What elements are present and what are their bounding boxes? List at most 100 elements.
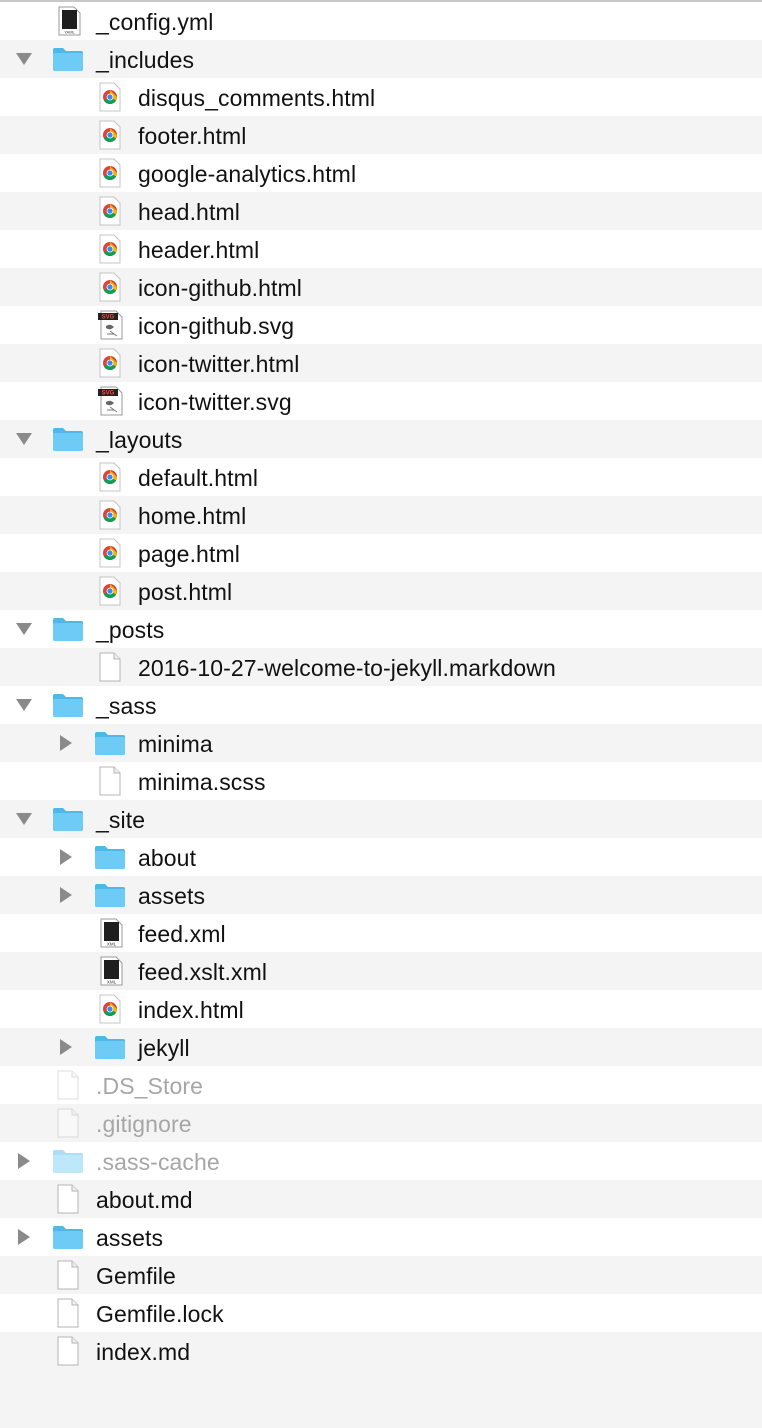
- chrome-html-icon: [94, 344, 126, 382]
- file-row[interactable]: page.html: [0, 534, 762, 572]
- file-row[interactable]: post.html: [0, 572, 762, 610]
- file-row[interactable]: .DS_Store: [0, 1066, 762, 1104]
- disclosure-collapsed-icon[interactable]: [56, 1028, 76, 1066]
- folder-icon: [52, 1218, 84, 1256]
- folder-icon: [52, 686, 84, 724]
- item-name: index.md: [96, 1339, 191, 1365]
- item-name: home.html: [138, 503, 247, 529]
- disclosure-collapsed-icon[interactable]: [14, 1218, 34, 1256]
- document-icon: [52, 1066, 84, 1104]
- folder-icon: [52, 610, 84, 648]
- chrome-html-icon: [94, 990, 126, 1028]
- xml-file-icon: XML: [94, 952, 126, 990]
- file-row[interactable]: about.md: [0, 1180, 762, 1218]
- chrome-html-icon: [94, 458, 126, 496]
- folder-row[interactable]: _includes: [0, 40, 762, 78]
- file-row[interactable]: header.html: [0, 230, 762, 268]
- item-name: assets: [96, 1225, 164, 1251]
- file-row[interactable]: .gitignore: [0, 1104, 762, 1142]
- document-icon: [52, 1256, 84, 1294]
- item-name: disqus_comments.html: [138, 85, 376, 111]
- file-row[interactable]: home.html: [0, 496, 762, 534]
- item-name: .DS_Store: [96, 1073, 204, 1099]
- folder-icon: [94, 838, 126, 876]
- folder-icon: [52, 1142, 84, 1180]
- svg-text:XML: XML: [107, 942, 117, 947]
- item-name: .sass-cache: [96, 1149, 220, 1175]
- folder-icon: [52, 40, 84, 78]
- folder-row[interactable]: about: [0, 838, 762, 876]
- item-name: footer.html: [138, 123, 247, 149]
- folder-row[interactable]: assets: [0, 1218, 762, 1256]
- file-row[interactable]: YAML _config.yml: [0, 2, 762, 40]
- item-name: index.html: [138, 997, 244, 1023]
- folder-icon: [52, 800, 84, 838]
- file-row[interactable]: icon-twitter.html: [0, 344, 762, 382]
- file-row[interactable]: default.html: [0, 458, 762, 496]
- svg-text:XML: XML: [107, 980, 117, 985]
- item-name: minima.scss: [138, 769, 266, 795]
- file-row[interactable]: SVG icon-twitter.svg: [0, 382, 762, 420]
- item-name: post.html: [138, 579, 233, 605]
- folder-row[interactable]: minima: [0, 724, 762, 762]
- file-row[interactable]: head.html: [0, 192, 762, 230]
- file-row[interactable]: XML feed.xml: [0, 914, 762, 952]
- disclosure-expanded-icon[interactable]: [14, 800, 34, 838]
- item-name: assets: [138, 883, 206, 909]
- folder-row[interactable]: .sass-cache: [0, 1142, 762, 1180]
- disclosure-collapsed-icon[interactable]: [56, 838, 76, 876]
- folder-row[interactable]: assets: [0, 876, 762, 914]
- item-name: jekyll: [138, 1035, 190, 1061]
- item-name: icon-twitter.svg: [138, 389, 292, 415]
- svg-text:SVG: SVG: [102, 391, 115, 397]
- item-name: _sass: [96, 693, 157, 719]
- chrome-html-icon: [94, 78, 126, 116]
- file-row[interactable]: XML feed.xslt.xml: [0, 952, 762, 990]
- item-name: 2016-10-27-welcome-to-jekyll.markdown: [138, 655, 556, 681]
- item-name: Gemfile: [96, 1263, 176, 1289]
- svg-text:YAML: YAML: [64, 30, 75, 35]
- file-row[interactable]: google-analytics.html: [0, 154, 762, 192]
- disclosure-expanded-icon[interactable]: [14, 420, 34, 458]
- chrome-html-icon: [94, 534, 126, 572]
- folder-row[interactable]: _posts: [0, 610, 762, 648]
- item-name: _site: [96, 807, 146, 833]
- xml-file-icon: XML: [94, 914, 126, 952]
- item-name: icon-github.html: [138, 275, 302, 301]
- file-row[interactable]: Gemfile: [0, 1256, 762, 1294]
- folder-icon: [94, 876, 126, 914]
- item-name: _layouts: [96, 427, 183, 453]
- item-name: minima: [138, 731, 213, 757]
- item-name: feed.xml: [138, 921, 226, 947]
- item-name: about.md: [96, 1187, 193, 1213]
- file-row[interactable]: SVG icon-github.svg: [0, 306, 762, 344]
- disclosure-collapsed-icon[interactable]: [14, 1142, 34, 1180]
- folder-row[interactable]: _layouts: [0, 420, 762, 458]
- file-row[interactable]: index.md: [0, 1332, 762, 1370]
- disclosure-collapsed-icon[interactable]: [56, 724, 76, 762]
- folder-icon: [52, 420, 84, 458]
- file-row[interactable]: 2016-10-27-welcome-to-jekyll.markdown: [0, 648, 762, 686]
- disclosure-expanded-icon[interactable]: [14, 610, 34, 648]
- file-row[interactable]: disqus_comments.html: [0, 78, 762, 116]
- item-name: head.html: [138, 199, 240, 225]
- disclosure-collapsed-icon[interactable]: [56, 876, 76, 914]
- folder-row[interactable]: jekyll: [0, 1028, 762, 1066]
- file-row[interactable]: icon-github.html: [0, 268, 762, 306]
- chrome-html-icon: [94, 154, 126, 192]
- file-row[interactable]: footer.html: [0, 116, 762, 154]
- folder-row[interactable]: _site: [0, 800, 762, 838]
- item-name: _includes: [96, 47, 195, 73]
- empty-list-area: [0, 1370, 762, 1424]
- folder-row[interactable]: _sass: [0, 686, 762, 724]
- disclosure-expanded-icon[interactable]: [14, 686, 34, 724]
- file-row[interactable]: minima.scss: [0, 762, 762, 800]
- document-icon: [52, 1332, 84, 1370]
- item-name: feed.xslt.xml: [138, 959, 268, 985]
- chrome-html-icon: [94, 496, 126, 534]
- item-name: icon-twitter.html: [138, 351, 300, 377]
- disclosure-expanded-icon[interactable]: [14, 40, 34, 78]
- file-row[interactable]: index.html: [0, 990, 762, 1028]
- item-name: Gemfile.lock: [96, 1301, 224, 1327]
- file-row[interactable]: Gemfile.lock: [0, 1294, 762, 1332]
